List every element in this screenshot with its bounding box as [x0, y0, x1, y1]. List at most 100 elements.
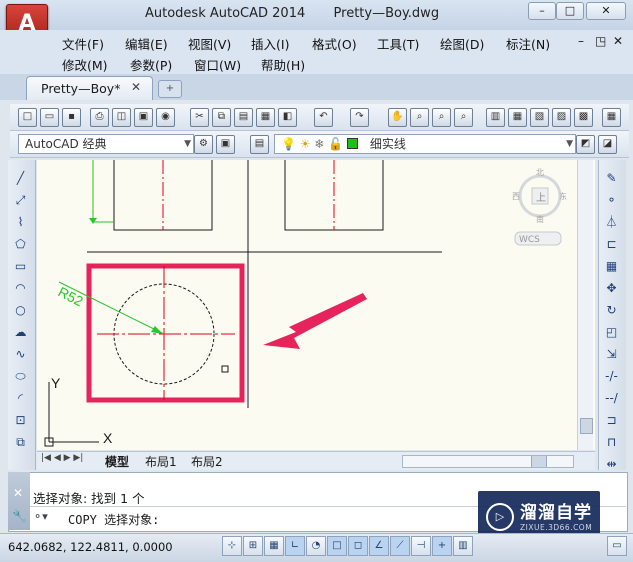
- wrench-icon[interactable]: 🔧: [12, 509, 27, 523]
- lineweight-icon[interactable]: +: [432, 536, 452, 556]
- menu-draw[interactable]: 绘图(D): [440, 34, 484, 53]
- zoom-previous-icon[interactable]: ⌕: [454, 108, 473, 127]
- minimize-button[interactable]: –: [528, 2, 556, 20]
- drawing-area[interactable]: R52 Y X 上 北 南 东 西 WCS: [37, 160, 595, 450]
- rotate-icon[interactable]: ↻: [603, 302, 620, 319]
- 3d-osnap-icon[interactable]: ◻: [348, 536, 368, 556]
- command-window-handle[interactable]: ✕ 🔧: [8, 472, 30, 530]
- workspace-settings-icon[interactable]: ▣: [216, 135, 235, 154]
- break-icon[interactable]: ⊐: [603, 412, 620, 429]
- rectangle-icon[interactable]: ▭: [12, 258, 29, 275]
- doc-restore-button[interactable]: ◳: [595, 34, 606, 48]
- doc-minimize-button[interactable]: –: [578, 34, 584, 48]
- cut-icon[interactable]: ✂: [190, 108, 209, 127]
- vertical-scrollbar[interactable]: [577, 160, 593, 450]
- ortho-icon[interactable]: ∟: [285, 536, 305, 556]
- polygon-icon[interactable]: ⬠: [12, 236, 29, 253]
- layer-previous-icon[interactable]: ◪: [598, 135, 617, 154]
- gear-icon[interactable]: ⚙: [194, 135, 213, 154]
- hscroll-thumb[interactable]: [531, 456, 547, 467]
- layer-select[interactable]: 💡 ☀ ❄ 🔓 细实线 ▼: [274, 134, 576, 154]
- new-icon[interactable]: □: [18, 108, 37, 127]
- join-icon[interactable]: ⊓: [603, 434, 620, 451]
- layer-properties-icon[interactable]: ▤: [250, 135, 269, 154]
- ellipse-arc-icon[interactable]: ◜: [12, 390, 29, 407]
- tab-layout2[interactable]: 布局2: [191, 453, 223, 470]
- tab-nav-arrows[interactable]: |◀ ◀ ▶ ▶|: [41, 453, 83, 463]
- otrack-icon[interactable]: ∠: [369, 536, 389, 556]
- command-prompt[interactable]: COPY 选择对象:: [68, 511, 159, 528]
- grid-icon[interactable]: ▦: [264, 536, 284, 556]
- polar-icon[interactable]: ◔: [306, 536, 326, 556]
- explode-icon[interactable]: ⇹: [603, 456, 620, 473]
- menu-help[interactable]: 帮助(H): [261, 55, 305, 74]
- calculator-icon[interactable]: ▦: [602, 108, 621, 127]
- array-icon[interactable]: ▦: [603, 258, 620, 275]
- offset-icon[interactable]: ⊏: [603, 236, 620, 253]
- menu-format[interactable]: 格式(O): [312, 34, 357, 53]
- move-icon[interactable]: ✥: [603, 280, 620, 297]
- close-icon[interactable]: ✕: [131, 80, 141, 94]
- circle-icon[interactable]: ○: [12, 302, 29, 319]
- extend-icon[interactable]: --/: [603, 390, 620, 407]
- copy-object-icon[interactable]: ⚬: [603, 192, 620, 209]
- doc-close-button[interactable]: ✕: [613, 34, 623, 48]
- mirror-icon[interactable]: ⏃: [603, 214, 620, 231]
- menu-dimension[interactable]: 标注(N): [506, 34, 550, 53]
- scroll-thumb[interactable]: [580, 418, 593, 434]
- tool-palettes-icon[interactable]: ▧: [530, 108, 549, 127]
- scale-icon[interactable]: ◰: [603, 324, 620, 341]
- insert-block-icon[interactable]: ⊡: [12, 412, 29, 429]
- infer-constraints-icon[interactable]: ⊹: [222, 536, 242, 556]
- line-icon[interactable]: ╱: [12, 170, 29, 187]
- dyn-icon[interactable]: ⊣: [411, 536, 431, 556]
- menu-file[interactable]: 文件(F): [62, 34, 104, 53]
- construction-line-icon[interactable]: ⤢: [12, 192, 29, 209]
- pan-icon[interactable]: ✋: [388, 108, 407, 127]
- ellipse-icon[interactable]: ⬭: [12, 368, 29, 385]
- menu-parametric[interactable]: 参数(P): [130, 55, 172, 74]
- zoom-realtime-icon[interactable]: ⌕: [410, 108, 429, 127]
- make-current-icon[interactable]: ◩: [576, 135, 595, 154]
- trim-icon[interactable]: -/-: [603, 368, 620, 385]
- erase-icon[interactable]: ✎: [603, 170, 620, 187]
- revision-cloud-icon[interactable]: ☁: [12, 324, 29, 341]
- menu-insert[interactable]: 插入(I): [251, 34, 289, 53]
- osnap-icon[interactable]: □: [327, 536, 347, 556]
- make-block-icon[interactable]: ⧉: [12, 434, 29, 451]
- workspace-select[interactable]: AutoCAD 经典 ▼: [18, 134, 194, 154]
- arc-icon[interactable]: ◠: [12, 280, 29, 297]
- menu-edit[interactable]: 编辑(E): [125, 34, 168, 53]
- polyline-icon[interactable]: ⌇: [12, 214, 29, 231]
- close-icon[interactable]: ✕: [13, 486, 23, 500]
- menu-view[interactable]: 视图(V): [188, 34, 231, 53]
- fullscreen-icon[interactable]: ▭: [607, 536, 627, 556]
- zoom-window-icon[interactable]: ⌕: [432, 108, 451, 127]
- paste-icon[interactable]: ▤: [234, 108, 253, 127]
- coordinate-readout[interactable]: 642.0682, 122.4811, 0.0000: [8, 540, 173, 554]
- preview-icon[interactable]: ◫: [112, 108, 131, 127]
- transparency-icon[interactable]: ▥: [453, 536, 473, 556]
- tab-layout1[interactable]: 布局1: [145, 453, 177, 470]
- horizontal-scrollbar[interactable]: [402, 455, 574, 468]
- save-icon[interactable]: ▪: [62, 108, 81, 127]
- match-properties-icon[interactable]: ▦: [256, 108, 275, 127]
- spline-icon[interactable]: ∿: [12, 346, 29, 363]
- properties-icon[interactable]: ▥: [486, 108, 505, 127]
- snap-mode-icon[interactable]: ⊞: [243, 536, 263, 556]
- open-icon[interactable]: ▭: [40, 108, 59, 127]
- plot-icon[interactable]: ▣: [134, 108, 153, 127]
- block-icon[interactable]: ◧: [278, 108, 297, 127]
- copy-icon[interactable]: ⧉: [212, 108, 231, 127]
- design-center-icon[interactable]: ▦: [508, 108, 527, 127]
- document-tab[interactable]: Pretty—Boy* ✕: [26, 76, 153, 100]
- sheet-set-icon[interactable]: ▨: [552, 108, 571, 127]
- markup-icon[interactable]: ▩: [574, 108, 593, 127]
- menu-modify[interactable]: 修改(M): [62, 55, 108, 74]
- publish-icon[interactable]: ◉: [156, 108, 175, 127]
- stretch-icon[interactable]: ⇲: [603, 346, 620, 363]
- tab-model[interactable]: 模型: [105, 453, 129, 470]
- menu-tools[interactable]: 工具(T): [377, 34, 419, 53]
- redo-icon[interactable]: ↷: [350, 108, 369, 127]
- ducs-icon[interactable]: ⟋: [390, 536, 410, 556]
